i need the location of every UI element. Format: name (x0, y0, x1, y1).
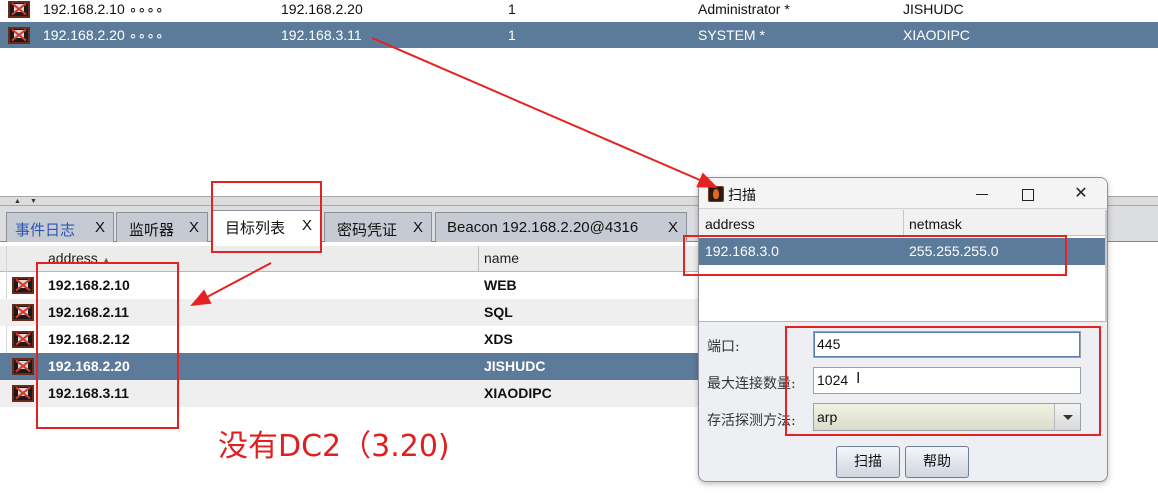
tab-close-icon[interactable]: X (95, 219, 105, 236)
column-divider[interactable] (478, 246, 479, 272)
dialog-title: 扫描 (728, 187, 756, 203)
scan-table-header: address netmask (699, 210, 1107, 236)
annotation-note: 没有DC2（3.20) (218, 429, 450, 464)
beacon-external-ip: 192.168.2.20 ∘∘∘∘ (43, 27, 164, 43)
port-label: 端口: (707, 339, 740, 355)
beacon-table-empty-area (0, 48, 1158, 196)
collapse-up-icon[interactable]: ▲ (14, 198, 21, 205)
beacon-row-selected[interactable]: 192.168.2.20 ∘∘∘∘ 192.168.3.11 1 SYSTEM … (0, 22, 1158, 48)
beacon-external-ip: 192.168.2.10 ∘∘∘∘ (43, 1, 164, 17)
tab-label: 密码凭证 (337, 222, 398, 239)
tab-listeners[interactable]: 监听器 X (116, 212, 208, 242)
beacon-row[interactable]: 192.168.2.10 ∘∘∘∘ 192.168.2.20 1 Adminis… (0, 0, 1158, 22)
tab-label: Beacon 192.168.2.20@4316 (447, 219, 639, 236)
tab-credentials[interactable]: 密码凭证 X (324, 212, 432, 242)
app-icon (708, 186, 724, 202)
column-header-netmask[interactable]: netmask (909, 216, 962, 232)
alive-detection-label: 存活探测方法: (707, 413, 796, 429)
column-header-address[interactable]: address (705, 216, 755, 232)
target-computer-icon (12, 385, 34, 402)
target-computer-icon (12, 358, 34, 375)
annotation-box-scan-range (683, 235, 1067, 276)
target-name: XDS (484, 331, 513, 347)
target-name: JISHUDC (484, 358, 546, 374)
beacon-computer-icon (8, 27, 30, 44)
tab-beacon[interactable]: Beacon 192.168.2.20@4316 X (435, 212, 687, 242)
annotation-box-addresses (36, 262, 179, 429)
tab-close-icon[interactable]: X (413, 219, 423, 236)
beacon-internal-ip: 192.168.2.20 (281, 1, 363, 17)
beacon-pid: 1 (508, 27, 516, 43)
beacon-computer-icon (8, 1, 30, 18)
scrollbar[interactable] (1105, 210, 1107, 322)
target-computer-icon (12, 304, 34, 321)
beacon-internal-ip: 192.168.3.11 (281, 27, 362, 43)
scan-button[interactable]: 扫描 (836, 446, 900, 478)
annotation-box-scan-fields (785, 326, 1101, 436)
close-button[interactable]: ✕ (1063, 181, 1099, 207)
dialog-titlebar[interactable]: 扫描 ✕ (699, 178, 1107, 209)
maximize-button[interactable] (1010, 181, 1046, 207)
tab-close-icon[interactable]: X (189, 219, 199, 236)
column-header-name[interactable]: name (484, 250, 519, 266)
minimize-button[interactable] (964, 181, 1000, 207)
max-connections-label: 最大连接数量: (707, 376, 796, 392)
tab-label: 监听器 (129, 222, 175, 239)
target-name: WEB (484, 277, 517, 293)
tab-event-log[interactable]: 事件日志 X (6, 212, 114, 242)
target-computer-icon (12, 277, 34, 294)
column-divider[interactable] (903, 210, 904, 236)
target-name: XIAODIPC (484, 385, 552, 401)
annotation-box-tab (211, 181, 322, 253)
beacon-computer: JISHUDC (903, 1, 964, 17)
beacon-computer: XIAODIPC (903, 27, 970, 43)
beacon-pid: 1 (508, 1, 516, 17)
beacon-user: Administrator * (698, 1, 790, 17)
tab-close-icon[interactable]: X (668, 219, 678, 236)
collapse-down-icon[interactable]: ▼ (30, 198, 37, 205)
target-name: SQL (484, 304, 513, 320)
target-computer-icon (12, 331, 34, 348)
help-button[interactable]: 帮助 (905, 446, 969, 478)
beacon-user: SYSTEM * (698, 27, 765, 43)
tab-label: 事件日志 (15, 222, 76, 239)
screen: { "beacons": [ {"external": "192.168.2.1… (0, 0, 1158, 500)
